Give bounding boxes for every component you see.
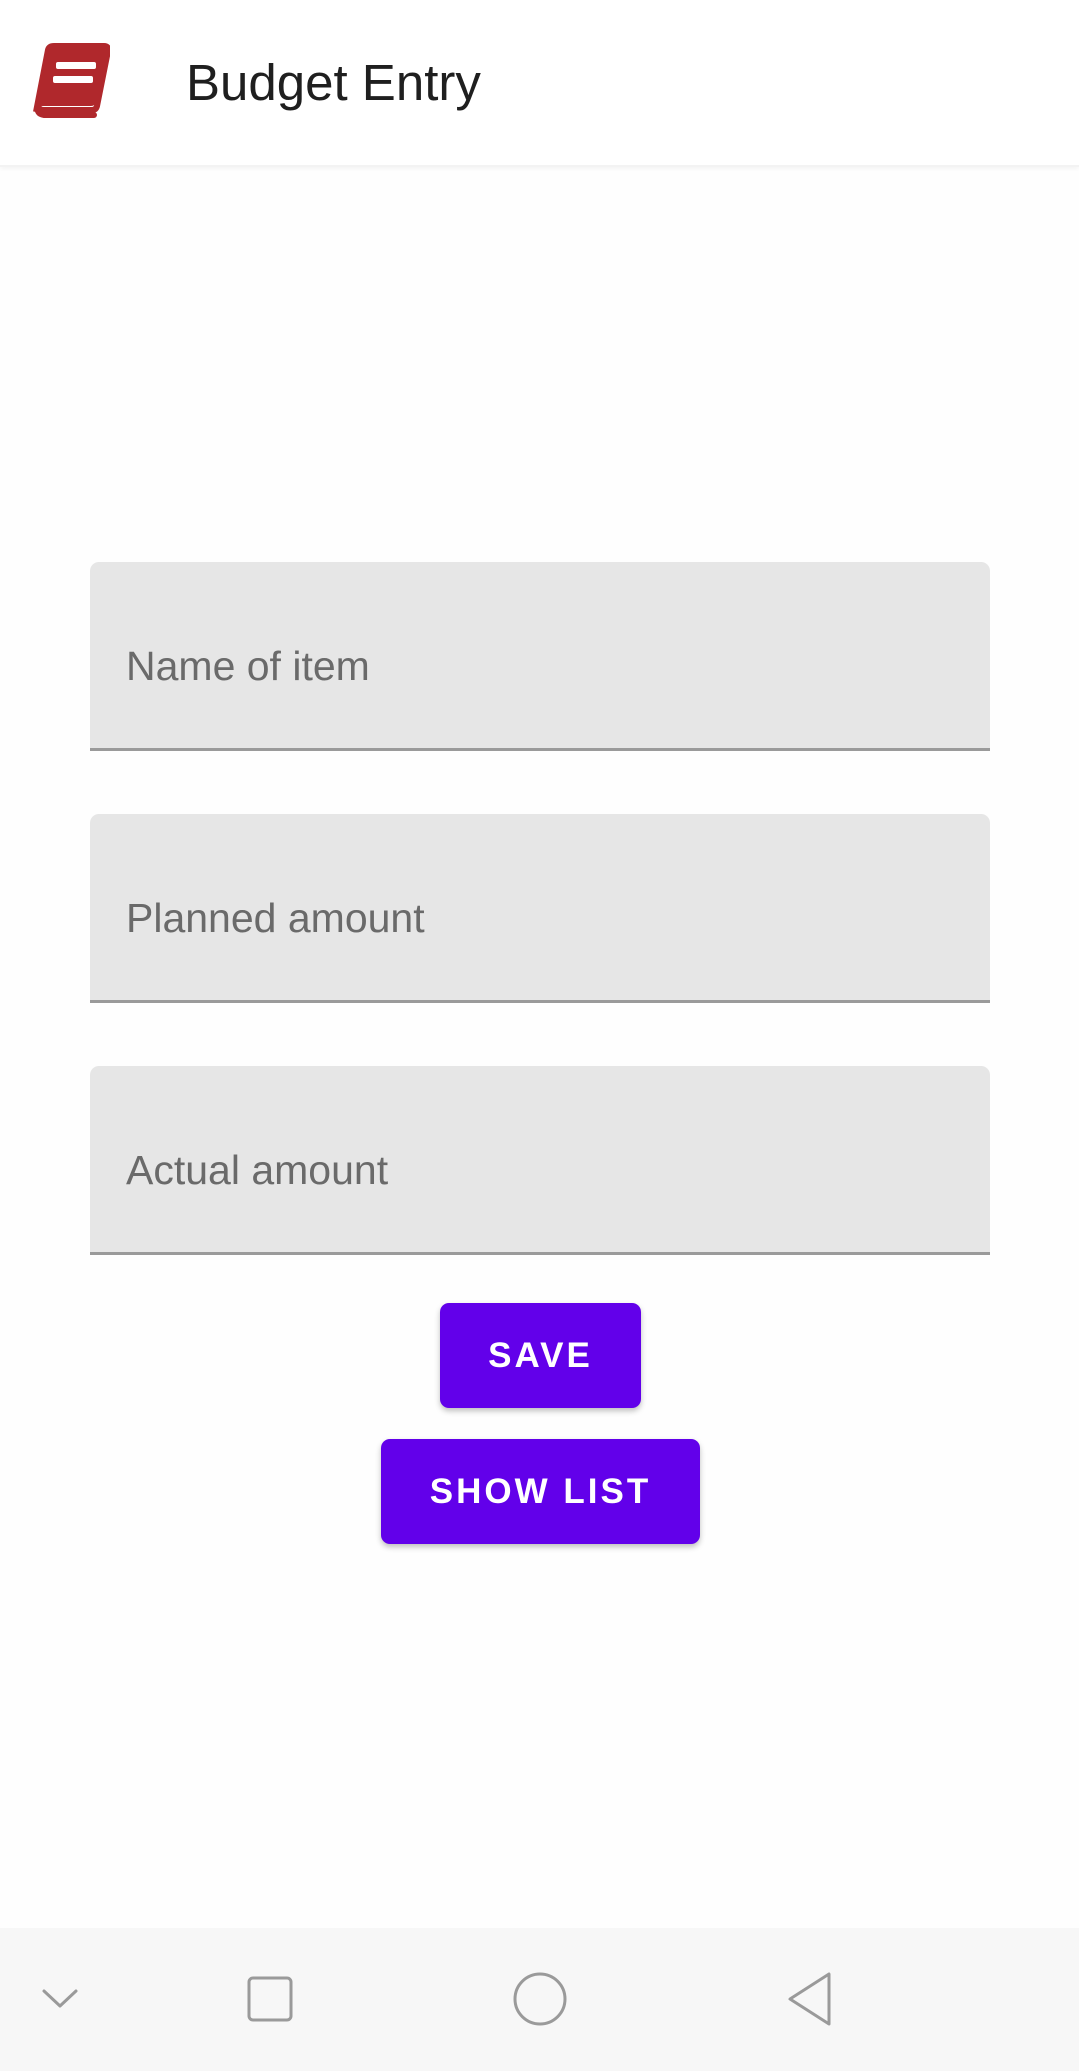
recents-square-icon[interactable] <box>210 1928 330 2071</box>
save-button[interactable]: SAVE <box>440 1303 641 1408</box>
page-title: Budget Entry <box>186 54 481 111</box>
item-name-placeholder: Name of item <box>126 643 370 689</box>
actual-amount-field[interactable]: Actual amount <box>90 1066 990 1255</box>
app-bar: Budget Entry <box>0 0 1079 167</box>
actual-amount-placeholder: Actual amount <box>126 1147 389 1193</box>
show-list-button[interactable]: SHOW LIST <box>381 1439 700 1544</box>
item-name-field[interactable]: Name of item <box>90 562 990 751</box>
planned-amount-placeholder: Planned amount <box>126 895 425 941</box>
planned-amount-field[interactable]: Planned amount <box>90 814 990 1003</box>
system-nav-bar <box>0 1928 1079 2071</box>
back-triangle-icon[interactable] <box>750 1928 870 2071</box>
home-circle-icon[interactable] <box>480 1928 600 2071</box>
book-icon <box>28 40 112 118</box>
chevron-down-icon[interactable] <box>0 1928 120 2071</box>
